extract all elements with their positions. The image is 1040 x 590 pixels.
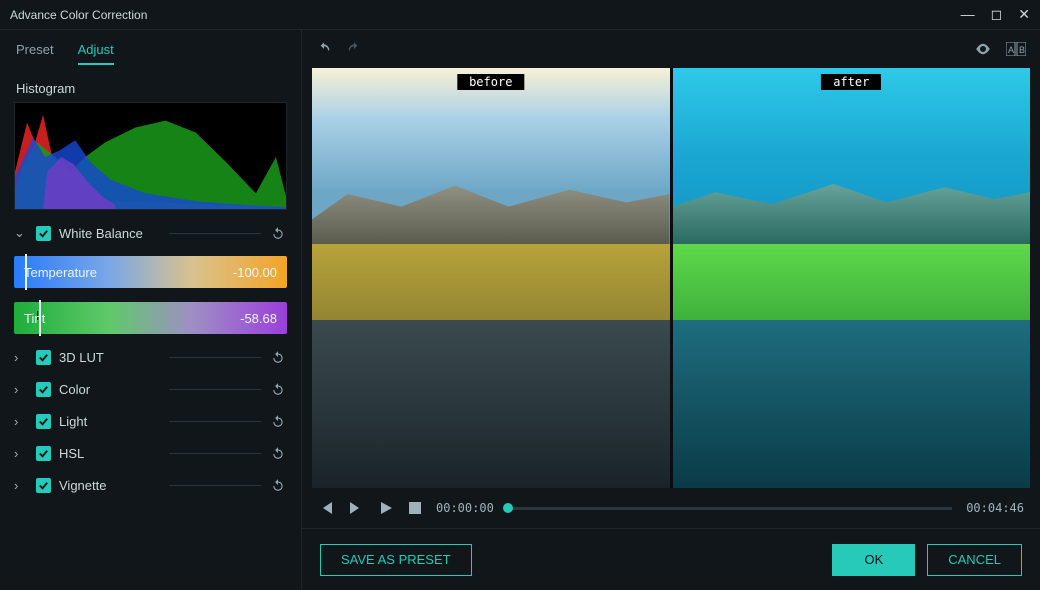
minimize-button[interactable]: ― bbox=[961, 6, 975, 23]
reset-3d-lut[interactable] bbox=[269, 348, 287, 366]
group-vignette[interactable]: › Vignette bbox=[14, 476, 287, 494]
group-light[interactable]: › Light bbox=[14, 412, 287, 430]
reset-hsl[interactable] bbox=[269, 444, 287, 462]
ok-button[interactable]: OK bbox=[832, 544, 915, 576]
compare-ab-icon[interactable]: AB bbox=[1006, 42, 1026, 56]
checkbox-3d-lut[interactable] bbox=[36, 350, 51, 365]
reset-light[interactable] bbox=[269, 412, 287, 430]
histogram-label: Histogram bbox=[16, 81, 287, 96]
svg-text:A: A bbox=[1008, 45, 1014, 55]
reset-white-balance[interactable] bbox=[269, 224, 287, 242]
chevron-right-icon[interactable]: › bbox=[14, 478, 28, 493]
reset-color[interactable] bbox=[269, 380, 287, 398]
reset-vignette[interactable] bbox=[269, 476, 287, 494]
group-hsl[interactable]: › HSL bbox=[14, 444, 287, 462]
checkbox-vignette[interactable] bbox=[36, 478, 51, 493]
temperature-label: Temperature bbox=[24, 265, 97, 280]
before-badge: before bbox=[457, 74, 524, 90]
next-frame-button[interactable] bbox=[348, 500, 364, 516]
tab-preset[interactable]: Preset bbox=[16, 42, 54, 65]
label-3d-lut: 3D LUT bbox=[59, 350, 151, 365]
label-vignette: Vignette bbox=[59, 478, 151, 493]
label-color: Color bbox=[59, 382, 151, 397]
group-white-balance[interactable]: ⌄ White Balance bbox=[14, 224, 287, 242]
checkbox-hsl[interactable] bbox=[36, 446, 51, 461]
prev-frame-button[interactable] bbox=[318, 500, 334, 516]
chevron-right-icon[interactable]: › bbox=[14, 446, 28, 461]
tint-label: Tint bbox=[24, 311, 45, 326]
label-hsl: HSL bbox=[59, 446, 151, 461]
after-badge: after bbox=[821, 74, 881, 90]
save-preset-button[interactable]: SAVE AS PRESET bbox=[320, 544, 472, 576]
preview-after: after bbox=[673, 68, 1031, 488]
titlebar: Advance Color Correction ― ◻ ✕ bbox=[0, 0, 1040, 30]
window-title: Advance Color Correction bbox=[10, 8, 147, 22]
cancel-button[interactable]: CANCEL bbox=[927, 544, 1022, 576]
group-color[interactable]: › Color bbox=[14, 380, 287, 398]
preview-before: before bbox=[312, 68, 670, 488]
close-button[interactable]: ✕ bbox=[1018, 6, 1030, 23]
stop-button[interactable] bbox=[408, 501, 422, 515]
timeline[interactable] bbox=[508, 507, 952, 510]
time-current: 00:00:00 bbox=[436, 501, 494, 515]
undo-button[interactable] bbox=[316, 41, 332, 57]
chevron-right-icon[interactable]: › bbox=[14, 350, 28, 365]
svg-text:B: B bbox=[1019, 45, 1025, 55]
checkbox-white-balance[interactable] bbox=[36, 226, 51, 241]
maximize-button[interactable]: ◻ bbox=[991, 6, 1003, 23]
chevron-down-icon[interactable]: ⌄ bbox=[14, 225, 28, 241]
slider-temperature[interactable]: Temperature -100.00 bbox=[14, 256, 287, 288]
slider-tint[interactable]: I Tint -58.68 bbox=[14, 302, 287, 334]
sidebar: Preset Adjust Histogram ⌄ White Balance … bbox=[0, 30, 302, 590]
temperature-value: -100.00 bbox=[233, 265, 277, 280]
checkbox-light[interactable] bbox=[36, 414, 51, 429]
checkbox-color[interactable] bbox=[36, 382, 51, 397]
label-light: Light bbox=[59, 414, 151, 429]
tab-adjust[interactable]: Adjust bbox=[78, 42, 114, 65]
label-white-balance: White Balance bbox=[59, 226, 151, 241]
redo-button[interactable] bbox=[346, 41, 362, 57]
group-3d-lut[interactable]: › 3D LUT bbox=[14, 348, 287, 366]
preview-visibility-icon[interactable] bbox=[974, 40, 992, 58]
play-button[interactable] bbox=[378, 500, 394, 516]
chevron-right-icon[interactable]: › bbox=[14, 382, 28, 397]
histogram bbox=[14, 102, 287, 210]
chevron-right-icon[interactable]: › bbox=[14, 414, 28, 429]
time-duration: 00:04:46 bbox=[966, 501, 1024, 515]
tint-value: -58.68 bbox=[240, 311, 277, 326]
playhead[interactable] bbox=[503, 503, 513, 513]
preview-compare: before after bbox=[312, 68, 1030, 488]
